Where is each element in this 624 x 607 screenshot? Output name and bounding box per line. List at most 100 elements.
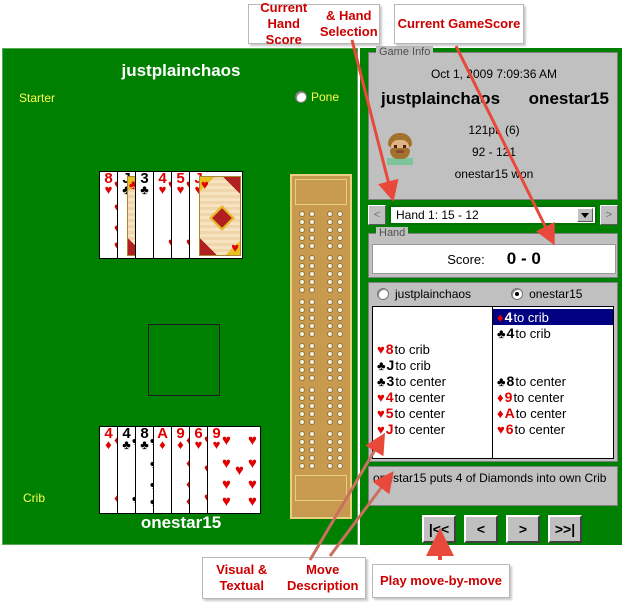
game-board: justplainchaos onestar15 Starter Crib Po… [2,48,358,545]
move-list-spacer [373,309,492,325]
move-suit-icon: ♥ [377,389,385,405]
starter-label: Starter [19,91,56,105]
move-rank: 3 [386,373,395,389]
move-list-item[interactable]: ♦ 9 to center [493,389,613,405]
move-suit-icon: ♦ [497,389,504,405]
move-rank: 4 [385,389,394,405]
move-destination: to center [394,389,446,405]
peg-hole-group [295,299,347,337]
move-list-item[interactable]: ♥ Jto center [373,421,492,437]
move-list-item[interactable]: ♣ 4 to crib [493,325,613,341]
hand-score-row: Score: 0 - 0 [372,244,616,274]
move-rank: J [385,421,394,437]
peg-hole-group [295,211,347,249]
move-suit-icon: ♣ [497,325,506,341]
moves-radio-player1-dot [377,288,389,300]
prev-move-button[interactable]: < [464,515,498,543]
status-message-bar: onestar15 puts 4 of Diamonds into own Cr… [368,466,618,506]
move-destination: to center [513,389,565,405]
move-destination: to center [395,373,446,389]
move-list-spacer [493,357,613,373]
peg-hole-groups [295,211,347,469]
hand-select-combobox[interactable]: Hand 1: 15 - 12 [389,205,597,225]
move-list-item[interactable]: ♦ 4 to crib [493,309,613,325]
hand-select-value: Hand 1: 15 - 12 [396,208,479,222]
move-rank: 4 [504,309,513,325]
move-destination: to center [515,405,567,421]
hand-next-button[interactable]: > [600,205,618,225]
move-list-item[interactable]: ♥ 6 to center [493,421,613,437]
game-points: 121pt. (6) [468,123,520,137]
starter-card-slot[interactable] [148,324,220,396]
move-suit-icon: ♥ [377,341,385,357]
callout-move-description: Visual & Textual Move Description [202,557,366,599]
game-player2-name: onestar15 [528,89,609,108]
hand-prev-button[interactable]: < [368,205,386,225]
moves-radio-player1[interactable]: justplainchaos [377,287,471,301]
move-suit-icon: ♣ [377,357,386,373]
transport-controls: |<< < > >>| [422,514,612,544]
peg-hole-group [295,343,347,381]
move-list-item[interactable]: ♥ 4 to center [373,389,492,405]
move-list-item[interactable]: ♥ 5 to center [373,405,492,421]
next-move-button[interactable]: > [506,515,540,543]
right-panel: Game Info Oct 1, 2009 7:09:36 AM justpla… [360,46,622,545]
peg-endzone-top [295,179,347,205]
last-move-button[interactable]: >>| [548,515,582,543]
crib-label: Crib [23,491,46,505]
move-list-item[interactable]: ♣ 3 to center [373,373,492,389]
top-player-name: justplainchaos [121,61,241,80]
move-list-item[interactable]: ♦ Ato center [493,405,613,421]
peg-hole-group [295,255,347,293]
chevron-down-icon[interactable] [577,208,593,222]
moves-radio-player2[interactable]: onestar15 [511,287,582,301]
callout-play-move-by-move: Play move-by-move [372,564,510,598]
move-rank: J [386,357,395,373]
move-destination: to center [515,373,566,389]
move-rank: 9 [504,389,513,405]
game-info-title: Game Info [376,46,434,58]
move-list-item[interactable]: ♥ 8 to crib [373,341,492,357]
callout-game-score: Current Game Score [394,4,524,44]
move-destination: to center [394,405,446,421]
pone-radio[interactable]: Pone [295,90,339,104]
move-list-spacer [373,325,492,341]
hand-group: Hand Score: 0 - 0 [368,227,618,278]
moves-header: justplainchaos onestar15 [369,283,617,305]
moves-player2-label: onestar15 [529,287,583,301]
game-winner: onestar15 won [454,167,534,181]
moves-body: ♥ 8 to crib ♣ Jto crib ♣ 3 to center ♥ 4 to center… [372,306,614,459]
moves-list-player1[interactable]: ♥ 8 to crib ♣ Jto crib ♣ 3 to center ♥ 4 to center… [373,307,493,458]
playing-card[interactable]: 9 ♥ ♥ ♥ ♥ ♥ ♥ ♥ ♥ ♥ ♥ [207,426,261,514]
pone-label: Pone [311,90,340,104]
move-rank: A [504,405,515,421]
avatar-body [387,158,413,165]
card-pips: ♥ ♥ ♥ ♥ ♥ ♥ ♥ ♥ ♥ [222,432,257,510]
callout-hand-score: Current Hand Score & Hand Selection [248,0,380,47]
peg-endzone-bottom [295,475,347,501]
move-suit-icon: ♥ [377,405,385,421]
move-list-item[interactable]: ♣ 8 to center [493,373,613,389]
hand-group-title: Hand [376,227,409,239]
move-rank: 5 [385,405,394,421]
hand-selector: < Hand 1: 15 - 12 > [368,204,618,226]
game-score: 92 - 121 [471,145,517,159]
move-destination: to crib [395,357,431,373]
peg-hole-group [295,431,347,469]
move-rank: 8 [506,373,515,389]
move-destination: to crib [394,341,430,357]
move-destination: to center [394,421,446,437]
moves-panel: justplainchaos onestar15 ♥ 8 to crib ♣ Jto c… [368,282,618,462]
hand-score-value: 0 - 0 [506,249,541,268]
bottom-hand-cards: 4♦♦♦♦♦4♣♣♣♣♣8♣♣♣♣♣♣♣♣♣A♦♦9♦♦♦♦♦♦♦♦♦♦6♥♥♥… [99,426,261,514]
move-list-item[interactable]: ♣ Jto crib [373,357,492,373]
move-suit-icon: ♦ [497,309,504,325]
first-move-button[interactable]: |<< [422,515,456,543]
moves-player1-label: justplainchaos [395,287,472,301]
moves-list-player2[interactable]: ♦ 4 to crib ♣ 4 to crib ♣ 8 to center ♦ 9 to center… [493,307,613,458]
playing-card[interactable]: J♥♥♥ [189,171,243,259]
move-suit-icon: ♥ [497,421,505,437]
move-destination: to center [514,421,566,437]
move-destination: to crib [513,309,549,325]
game-player1-name: justplainchaos [381,89,501,108]
